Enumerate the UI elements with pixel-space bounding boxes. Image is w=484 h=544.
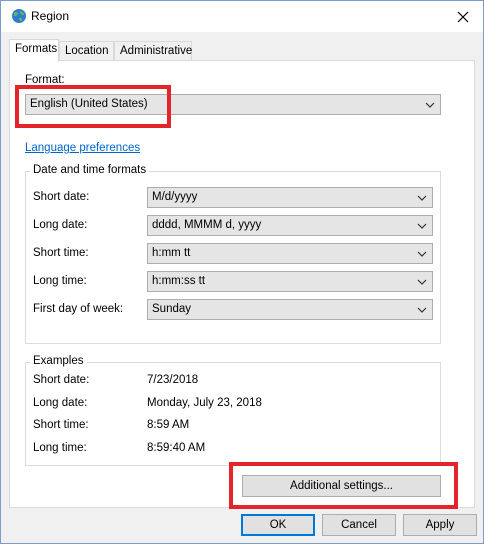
additional-settings-button[interactable]: Additional settings...: [242, 475, 441, 497]
short-time-label: Short time:: [33, 247, 89, 259]
cancel-label: Cancel: [341, 519, 377, 531]
tab-label: Administrative: [120, 45, 193, 57]
long-time-select[interactable]: h:mm:ss tt: [147, 271, 433, 292]
long-date-select[interactable]: dddd, MMMM d, yyyy: [147, 215, 433, 236]
example-short-time-value: 8:59 AM: [147, 419, 190, 431]
format-select[interactable]: English (United States): [25, 94, 441, 115]
chevron-down-icon: [425, 102, 435, 108]
short-date-label: Short date:: [33, 191, 90, 203]
chevron-down-icon: [417, 307, 427, 313]
example-long-date-value: Monday, July 23, 2018: [147, 397, 262, 409]
apply-button[interactable]: Apply: [403, 514, 477, 536]
long-date-label: Long date:: [33, 219, 88, 231]
ok-button[interactable]: OK: [241, 514, 315, 536]
first-day-of-week-label: First day of week:: [33, 303, 124, 315]
first-day-of-week-select[interactable]: Sunday: [147, 299, 433, 320]
tab-label: Location: [65, 45, 109, 57]
window-title: Region: [31, 9, 70, 23]
short-time-value: h:mm tt: [152, 247, 191, 259]
region-dialog: Region Formats Location Administrative F…: [0, 0, 484, 544]
tab-administrative[interactable]: Administrative: [114, 41, 192, 61]
close-icon: [457, 11, 469, 22]
globe-icon: [11, 8, 27, 24]
formats-panel: Format: English (United States) Language…: [9, 60, 475, 508]
cancel-button[interactable]: Cancel: [322, 514, 396, 536]
title-bar: Region: [1, 1, 483, 32]
examples-title: Examples: [30, 355, 87, 367]
short-date-select[interactable]: M/d/yyyy: [147, 187, 433, 208]
first-day-of-week-value: Sunday: [152, 303, 192, 315]
example-short-time-label: Short time:: [33, 419, 89, 431]
example-short-date-label: Short date:: [33, 374, 90, 386]
chevron-down-icon: [417, 195, 427, 201]
ok-label: OK: [269, 519, 287, 531]
additional-settings-label: Additional settings...: [290, 480, 393, 492]
chevron-down-icon: [417, 223, 427, 229]
long-time-label: Long time:: [33, 275, 87, 287]
tab-formats[interactable]: Formats: [9, 39, 59, 62]
format-label: Format:: [25, 74, 65, 86]
chevron-down-icon: [417, 279, 427, 285]
example-long-time-label: Long time:: [33, 442, 87, 454]
short-date-value: M/d/yyyy: [152, 191, 198, 203]
example-long-time-value: 8:59:40 AM: [147, 442, 206, 454]
example-long-date-label: Long date:: [33, 397, 88, 409]
example-short-date-value: 7/23/2018: [147, 374, 199, 386]
apply-label: Apply: [425, 519, 455, 531]
language-preferences-link[interactable]: Language preferences: [25, 142, 140, 154]
format-value: English (United States): [30, 98, 148, 110]
date-time-formats-title: Date and time formats: [30, 164, 150, 176]
close-button[interactable]: [443, 1, 483, 32]
long-date-value: dddd, MMMM d, yyyy: [152, 219, 262, 231]
chevron-down-icon: [417, 251, 427, 257]
short-time-select[interactable]: h:mm tt: [147, 243, 433, 264]
long-time-value: h:mm:ss tt: [152, 275, 206, 287]
tab-location[interactable]: Location: [59, 41, 114, 61]
tab-label: Formats: [15, 43, 58, 55]
